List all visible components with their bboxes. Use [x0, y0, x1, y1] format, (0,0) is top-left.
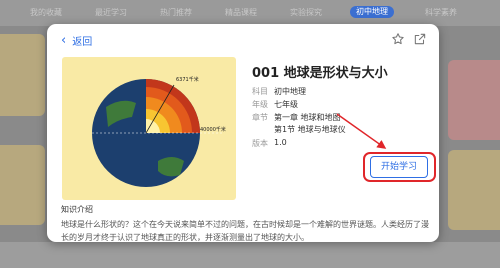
background-bottom-bar [0, 242, 500, 268]
meta-value: 七年级 [274, 100, 298, 109]
meta-row-chapter: 章节 第一章 地球和地图 [252, 112, 341, 123]
meta-key: 科目 [252, 87, 268, 96]
start-learning-button[interactable]: 开始学习 [370, 156, 428, 178]
meta-row-grade: 年级 七年级 [252, 99, 298, 110]
meta-key [252, 124, 274, 135]
intro-text: 地球是什么形状的？这个在今天说来简单不过的问题，在古时候却是一个难解的世界谜题。… [61, 220, 429, 242]
background-card [448, 60, 500, 140]
meta-value: 初中地理 [274, 87, 306, 96]
meta-value: 第1节 地球与地球仪 [274, 125, 346, 134]
course-detail-dialog: ‹ 返回 6371千米 40000千米 001 地球是形状与大小 科目 初中地理… [47, 24, 439, 242]
star-icon[interactable] [391, 32, 405, 46]
meta-key: 年级 [252, 100, 268, 109]
background-tab-active: 初中地理 [350, 6, 394, 18]
meta-key: 版本 [252, 139, 268, 148]
meta-key: 章节 [252, 113, 268, 122]
background-tab: 实验探究 [290, 8, 322, 17]
meta-row-section: 第1节 地球与地球仪 [252, 124, 346, 135]
back-label: 返回 [72, 37, 93, 48]
course-title: 001 地球是形状与大小 [252, 66, 388, 81]
earth-cutaway-illustration: 6371千米 40000千米 [92, 76, 226, 187]
background-tab: 最近学习 [95, 8, 127, 17]
background-card [0, 145, 45, 225]
meta-row-version: 版本 1.0 [252, 138, 287, 149]
background-tab: 科学素养 [425, 8, 457, 17]
back-button[interactable]: ‹ 返回 [61, 33, 92, 48]
background-tab: 我的收藏 [30, 8, 62, 17]
chevron-left-icon: ‹ [61, 33, 67, 48]
meta-row-subject: 科目 初中地理 [252, 86, 306, 97]
intro-heading: 知识介绍 [61, 205, 93, 214]
background-tab-bar: 我的收藏 最近学习 热门推荐 精品课程 实验探究 初中地理 科学素养 [0, 0, 500, 26]
meta-value: 1.0 [274, 138, 287, 147]
background-card [0, 34, 45, 116]
background-card [448, 150, 500, 230]
share-icon[interactable] [413, 32, 427, 46]
thumbnail-label-circumference: 40000千米 [200, 126, 226, 133]
background-tab: 热门推荐 [160, 8, 192, 17]
meta-value: 第一章 地球和地图 [274, 113, 341, 122]
background-tab: 精品课程 [225, 8, 257, 17]
thumbnail-label-radius: 6371千米 [176, 76, 199, 83]
course-thumbnail: 6371千米 40000千米 [62, 57, 236, 200]
